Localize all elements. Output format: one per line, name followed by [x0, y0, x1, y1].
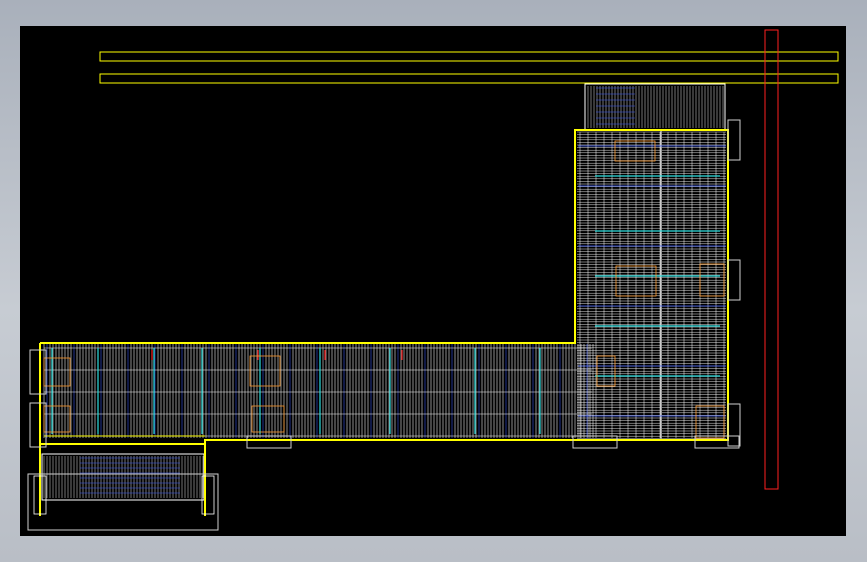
cad-model-viewport[interactable] [20, 26, 846, 536]
title-strip-frames [99, 51, 839, 84]
roof-block [580, 83, 728, 131]
section-marker [764, 29, 779, 490]
room-outline [43, 405, 71, 433]
vertical-wing [577, 130, 726, 440]
room-outline [43, 357, 71, 387]
room-outline [249, 355, 281, 387]
stair-annex [33, 444, 215, 516]
horizontal-wing [43, 344, 594, 438]
title-strip-bottom [99, 73, 839, 84]
title-strip-top [99, 51, 839, 62]
floor-plan-drawing [27, 29, 839, 531]
